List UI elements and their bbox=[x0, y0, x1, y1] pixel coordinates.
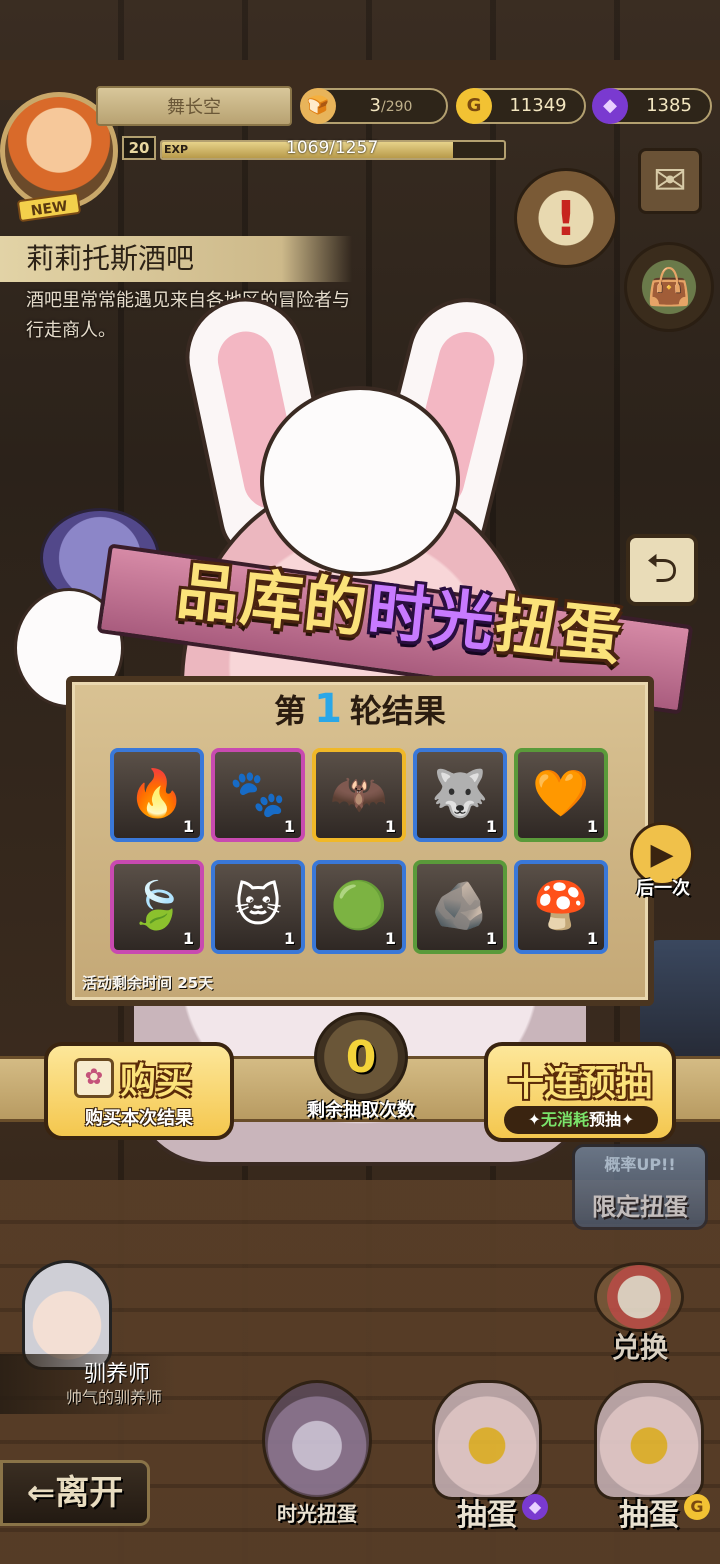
round-suffix: 轮结果 bbox=[349, 692, 446, 730]
item-count: 1 bbox=[485, 817, 497, 836]
capsule-icon: ✿ bbox=[74, 1058, 114, 1098]
bag-button[interactable]: 👜 bbox=[624, 242, 714, 332]
scroll-icon: ! bbox=[555, 191, 577, 247]
backpack-icon: 👜 bbox=[646, 267, 692, 308]
limited-gacha-button[interactable]: 概率UP!! 限定扭蛋 bbox=[572, 1144, 708, 1230]
gold-value: 11349 bbox=[509, 95, 567, 116]
return-arrow-icon: ⮌ bbox=[645, 546, 679, 592]
location-title: 莉莉托斯酒吧 bbox=[0, 236, 352, 282]
exchange-icon bbox=[594, 1262, 684, 1332]
gold-gacha-tab[interactable]: 抽蛋 G bbox=[584, 1380, 714, 1540]
player-level: 20 bbox=[122, 136, 156, 160]
item-count: 1 bbox=[283, 929, 295, 948]
mail-button[interactable]: ✉ bbox=[638, 148, 702, 214]
gold-counter[interactable]: G 11349 bbox=[456, 88, 586, 124]
leave-label: ⇐离开 bbox=[26, 1473, 124, 1513]
result-item-slot[interactable]: 🐱 1 bbox=[211, 860, 305, 954]
item-count: 1 bbox=[586, 929, 598, 948]
next-result-button[interactable]: ▶ 后一次 bbox=[626, 822, 700, 902]
next-result-label: 后一次 bbox=[636, 878, 690, 899]
trainer-title: 帅气的驯养师 bbox=[66, 1388, 163, 1407]
item-count: 1 bbox=[485, 929, 497, 948]
buy-subtitle: 购买本次结果 bbox=[85, 1108, 193, 1129]
gold-gacha-icon bbox=[594, 1380, 704, 1500]
time-gacha-icon bbox=[262, 1380, 372, 1500]
stamina-max: /290 bbox=[381, 99, 413, 115]
time-gacha-tab[interactable]: 时光扭蛋 bbox=[252, 1380, 382, 1540]
exchange-label: 兑换 bbox=[611, 1331, 668, 1364]
back-button[interactable]: ⮌ bbox=[626, 534, 698, 606]
quest-scroll-button[interactable]: ! bbox=[514, 168, 618, 268]
round-title: 第 1 轮结果 bbox=[0, 682, 720, 738]
buy-title: 购买 bbox=[120, 1061, 193, 1102]
item-count: 1 bbox=[384, 817, 396, 836]
item-count: 1 bbox=[283, 817, 295, 836]
trainer-npc[interactable]: 驯养师 帅气的驯养师 bbox=[0, 1260, 180, 1420]
draws-left-value: 0 bbox=[345, 1032, 377, 1083]
gem-counter[interactable]: ◆ 1385 bbox=[592, 88, 712, 124]
time-gacha-label: 时光扭蛋 bbox=[277, 1502, 357, 1526]
gold-coin-icon: G bbox=[684, 1494, 710, 1520]
result-item-slot[interactable]: 🦇 1 bbox=[312, 748, 406, 842]
draws-left-label: 剩余抽取次数 bbox=[307, 1100, 415, 1121]
stamina-current: 3 bbox=[369, 95, 381, 116]
result-item-slot[interactable]: 🪨 1 bbox=[413, 860, 507, 954]
player-name: 舞长空 bbox=[96, 86, 292, 126]
gem-gacha-icon bbox=[432, 1380, 542, 1500]
item-count: 1 bbox=[586, 817, 598, 836]
exp-label: EXP bbox=[164, 143, 189, 156]
draws-left-counter: 0 bbox=[314, 1012, 408, 1102]
round-number: 1 bbox=[314, 686, 342, 732]
gold-coin-icon: G bbox=[456, 88, 492, 124]
leave-button[interactable]: ⇐离开 bbox=[0, 1460, 150, 1526]
ten-pull-title: 十连预抽 bbox=[507, 1063, 652, 1104]
result-item-slot[interactable]: 🍃 1 bbox=[110, 860, 204, 954]
rate-up-label: 概率UP!! bbox=[604, 1155, 676, 1174]
no-cost-label: 无消耗 bbox=[540, 1110, 589, 1129]
result-item-slot[interactable]: 🧡 1 bbox=[514, 748, 608, 842]
result-item-slot[interactable]: 🍄 1 bbox=[514, 860, 608, 954]
event-banner: 品库的时光扭蛋 bbox=[60, 524, 710, 715]
exchange-button[interactable]: 兑换 bbox=[580, 1262, 700, 1364]
purple-gem-icon: ◆ bbox=[522, 1494, 548, 1520]
gem-gacha-tab[interactable]: 抽蛋 ◆ bbox=[422, 1380, 552, 1540]
buy-button[interactable]: ✿ 购买 购买本次结果 bbox=[44, 1042, 234, 1140]
banner-title-suffix: 扭蛋 bbox=[491, 587, 627, 674]
ten-pull-preview-button[interactable]: 十连预抽 ✦无消耗预抽✦ bbox=[484, 1042, 676, 1142]
result-item-slot[interactable]: 🔥 1 bbox=[110, 748, 204, 842]
round-prefix: 第 bbox=[274, 692, 307, 730]
result-item-slot[interactable]: 🟢 1 bbox=[312, 860, 406, 954]
banner-title-highlight: 时光 bbox=[364, 573, 500, 660]
preview-label: 预抽 bbox=[589, 1110, 622, 1129]
exp-value: 1069/1257 bbox=[286, 138, 379, 158]
stamina-counter[interactable]: 🍞 3/290 bbox=[300, 88, 448, 124]
event-remaining-time: 活动剩余时间 25天 bbox=[82, 974, 214, 992]
ten-pull-subtitle: ✦无消耗预抽✦ bbox=[504, 1106, 658, 1134]
purple-gem-icon: ◆ bbox=[592, 88, 628, 124]
bread-icon: 🍞 bbox=[300, 88, 336, 124]
item-count: 1 bbox=[182, 929, 194, 948]
result-item-slot[interactable]: 🐺 1 bbox=[413, 748, 507, 842]
item-count: 1 bbox=[182, 817, 194, 836]
envelope-icon: ✉ bbox=[653, 158, 687, 204]
result-item-slot[interactable]: 🐾 1 bbox=[211, 748, 305, 842]
gem-value: 1385 bbox=[646, 95, 692, 116]
limited-gacha-label: 限定扭蛋 bbox=[592, 1193, 688, 1221]
banner-title-prefix: 品库的 bbox=[173, 553, 373, 647]
item-count: 1 bbox=[384, 929, 396, 948]
